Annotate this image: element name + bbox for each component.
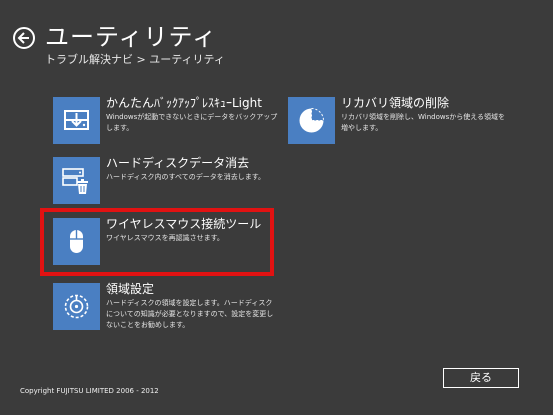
copyright-text: Copyright FUJITSU LIMITED 2006 - 2012 <box>20 387 159 395</box>
tile-title: 領域設定 <box>106 282 155 296</box>
return-button[interactable]: 戻る <box>443 368 519 388</box>
tile-description: ハードディスクの領域を設定します。ハードディスクについての知識が必要となりますの… <box>106 299 274 329</box>
highlight-box <box>40 208 274 276</box>
breadcrumb-separator: > <box>136 53 146 66</box>
breadcrumb-trouble-navi[interactable]: トラブル解決ナビ <box>45 53 133 66</box>
tile-title: かんたんﾊﾞｯｸｱｯﾌﾟﾚｽｷｭｰLight <box>106 96 262 110</box>
tile-title: ハードディスクデータ消去 <box>106 156 250 170</box>
tile-disk-data-erase[interactable]: ハードディスクデータ消去 ハードディスク内のすべてのデータを消去します。 <box>53 156 283 207</box>
tile-easy-backup[interactable]: かんたんﾊﾞｯｸｱｯﾌﾟﾚｽｷｭｰLight Windowsが起動できないときに… <box>53 96 283 147</box>
tile-title: リカバリ領域の削除 <box>341 96 450 110</box>
tile-area-settings[interactable]: 領域設定 ハードディスクの領域を設定します。ハードディスクについての知識が必要と… <box>53 282 283 333</box>
tile-description: ハードディスク内のすべてのデータを消去します。 <box>106 173 266 181</box>
partition-disk-icon <box>64 294 89 319</box>
breadcrumb-current: ユーティリティ <box>149 53 225 66</box>
backup-drive-icon <box>64 110 89 130</box>
page-title: ユーティリティ <box>45 23 218 51</box>
tile-delete-recovery-area[interactable]: リカバリ領域の削除 リカバリ領域を削除し、Windowsから使える領域を増やしま… <box>288 96 505 147</box>
pie-disk-icon <box>299 107 325 133</box>
tile-icon-box <box>53 157 100 204</box>
tile-icon-box <box>53 97 100 144</box>
back-button[interactable] <box>13 27 35 49</box>
tile-icon-box <box>53 283 100 330</box>
tile-description: リカバリ領域を削除し、Windowsから使える領域を増やします。 <box>341 113 506 132</box>
breadcrumb: トラブル解決ナビ > ユーティリティ <box>45 53 225 67</box>
disk-erase-icon <box>62 168 88 194</box>
tile-description: Windowsが起動できないときにデータをバックアップします。 <box>106 113 278 132</box>
tile-icon-box <box>288 97 335 144</box>
arrow-left-icon <box>17 32 29 44</box>
